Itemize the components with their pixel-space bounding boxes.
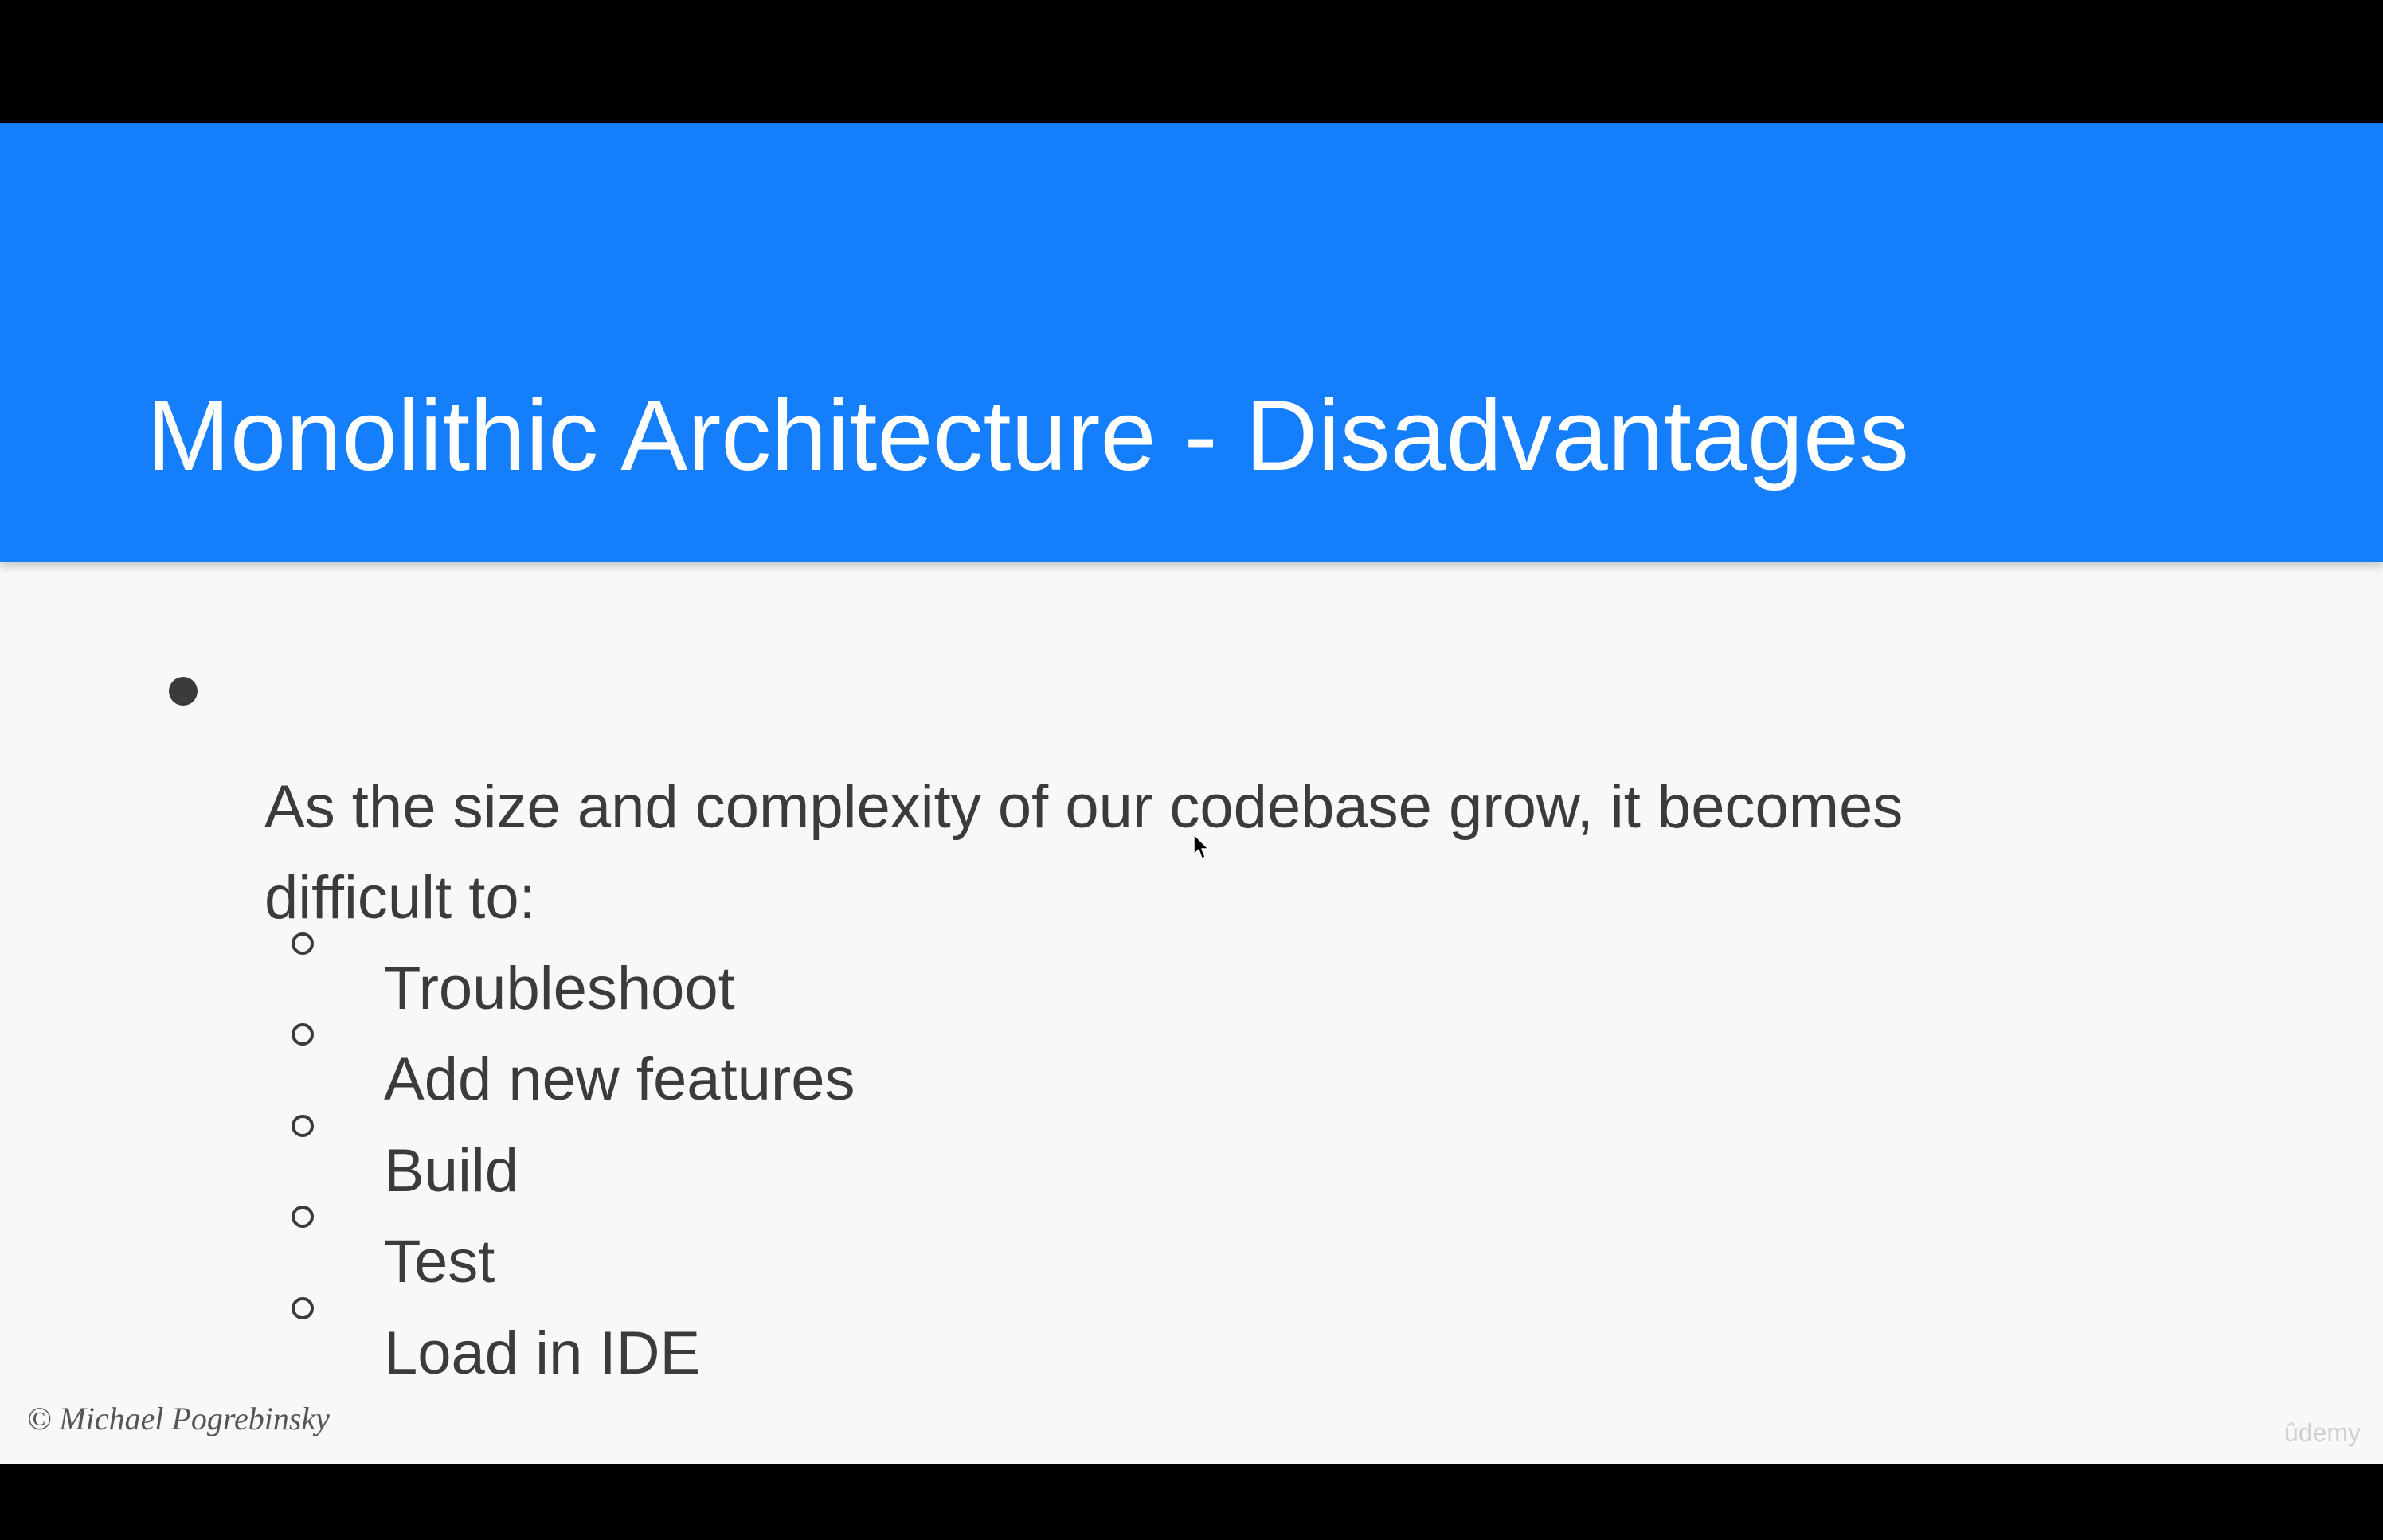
main-bullet-text-line-1: As the size and complexity of our codeba… [264, 773, 1904, 841]
sub-bullet-add-new-features: Add new features [384, 1046, 855, 1113]
title-bar: Monolithic Architecture - Disadvantages [0, 123, 2383, 562]
hollow-circle-bullet-icon [292, 1023, 314, 1046]
sub-bullet-troubleshoot: Troubleshoot [384, 955, 735, 1022]
sub-bullet-load-in-ide: Load in IDE [384, 1319, 701, 1387]
hollow-circle-bullet-icon [292, 1115, 314, 1137]
hollow-circle-bullet-icon [292, 1297, 314, 1319]
hollow-circle-bullet-icon [292, 1206, 314, 1228]
udemy-watermark: ûdemy [2284, 1418, 2361, 1447]
main-bullet-text-line-2: difficult to: [264, 864, 536, 932]
filled-circle-bullet-icon [169, 677, 198, 706]
video-frame: Monolithic Architecture - Disadvantages … [0, 0, 2383, 1540]
presentation-slide: Monolithic Architecture - Disadvantages … [0, 123, 2383, 1464]
sub-bullet-build: Build [384, 1137, 518, 1205]
copyright-notice: © Michael Pogrebinsky [27, 1401, 330, 1436]
hollow-circle-bullet-icon [292, 932, 314, 955]
sub-bullet-test: Test [384, 1228, 495, 1296]
mouse-cursor-icon [1193, 834, 1209, 859]
slide-title: Monolithic Architecture - Disadvantages [147, 379, 1910, 491]
